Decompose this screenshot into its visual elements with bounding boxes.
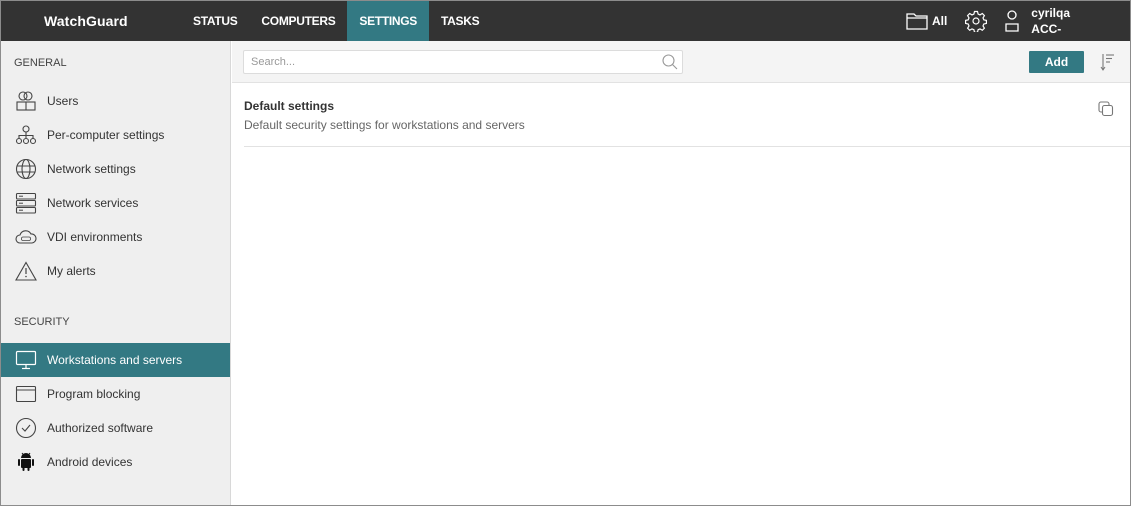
- nav-tab-computers[interactable]: COMPUTERS: [249, 1, 347, 41]
- sort-icon[interactable]: [1100, 53, 1116, 71]
- section-title-general: GENERAL: [14, 57, 67, 69]
- nav-tab-status[interactable]: STATUS: [181, 1, 249, 41]
- main-nav: STATUS COMPUTERS SETTINGS TASKS: [181, 1, 491, 41]
- sidebar-item-authorized-software[interactable]: Authorized software: [1, 411, 230, 445]
- main-content: Add Default settings Default security se…: [232, 41, 1130, 505]
- watchguard-logo[interactable]: WatchGuard: [1, 1, 181, 41]
- sidebar-item-my-alerts[interactable]: My alerts: [1, 254, 230, 288]
- sidebar-item-label: VDI environments: [47, 230, 143, 244]
- settings-button[interactable]: [965, 10, 988, 32]
- setting-profile-title[interactable]: Default settings: [244, 99, 334, 113]
- nav-tab-settings[interactable]: SETTINGS: [347, 1, 430, 41]
- sidebar-item-label: Authorized software: [47, 421, 154, 435]
- user-icon: [1005, 10, 1019, 32]
- sidebar: GENERAL Users Per-computer settings Netw…: [1, 41, 231, 505]
- sidebar-item-users[interactable]: Users: [1, 84, 230, 118]
- vdi-cloud-icon: [15, 230, 37, 244]
- sidebar-item-network-services[interactable]: Network services: [1, 186, 230, 220]
- add-button[interactable]: Add: [1029, 51, 1084, 73]
- sidebar-item-label: Network services: [47, 196, 139, 210]
- users-icon: [16, 91, 36, 111]
- copy-icon[interactable]: [1098, 101, 1114, 117]
- check-circle-icon: [15, 417, 37, 439]
- account-name: ACC-: [1031, 22, 1062, 36]
- group-filter-label: All: [931, 14, 948, 28]
- sidebar-item-network-settings[interactable]: Network settings: [1, 152, 230, 186]
- gear-icon: [965, 10, 988, 32]
- warning-icon: [15, 261, 37, 281]
- monitor-icon: [15, 350, 37, 370]
- user-menu[interactable]: cyrilqa ACC-: [1005, 5, 1070, 37]
- user-name: cyrilqa: [1031, 6, 1070, 20]
- sidebar-item-vdi-environments[interactable]: VDI environments: [1, 220, 230, 254]
- android-icon: [18, 452, 34, 471]
- sidebar-item-label: Program blocking: [47, 387, 141, 401]
- toolbar: Add: [232, 41, 1130, 83]
- window-icon: [15, 385, 37, 403]
- sidebar-item-workstations-and-servers[interactable]: Workstations and servers: [1, 343, 230, 377]
- section-title-security: SECURITY: [14, 316, 70, 328]
- sidebar-item-label: Workstations and servers: [47, 353, 183, 367]
- sidebar-item-label: Per-computer settings: [47, 128, 165, 142]
- folder-icon: [906, 13, 928, 30]
- setting-profile-description: Default security settings for workstatio…: [244, 118, 525, 132]
- sidebar-item-label: Network settings: [47, 162, 136, 176]
- sidebar-item-per-computer-settings[interactable]: Per-computer settings: [1, 118, 230, 152]
- server-icon: [15, 192, 37, 214]
- sidebar-item-label: Android devices: [47, 455, 133, 469]
- sidebar-item-android-devices[interactable]: Android devices: [1, 445, 230, 479]
- sidebar-item-program-blocking[interactable]: Program blocking: [1, 377, 230, 411]
- group-filter[interactable]: All: [906, 12, 947, 30]
- globe-icon: [15, 158, 37, 180]
- hierarchy-icon: [15, 125, 37, 145]
- search-box[interactable]: [243, 50, 683, 74]
- list-item[interactable]: Default settings Default security settin…: [244, 93, 1130, 147]
- sidebar-item-label: Users: [47, 94, 79, 108]
- search-icon[interactable]: [662, 54, 678, 70]
- top-right-controls: All cyrilqa ACC-: [906, 1, 1130, 41]
- top-bar: WatchGuard STATUS COMPUTERS SETTINGS TAS…: [1, 1, 1130, 41]
- sidebar-item-label: My alerts: [47, 264, 96, 278]
- search-input[interactable]: [244, 56, 658, 68]
- nav-tab-tasks[interactable]: TASKS: [429, 1, 491, 41]
